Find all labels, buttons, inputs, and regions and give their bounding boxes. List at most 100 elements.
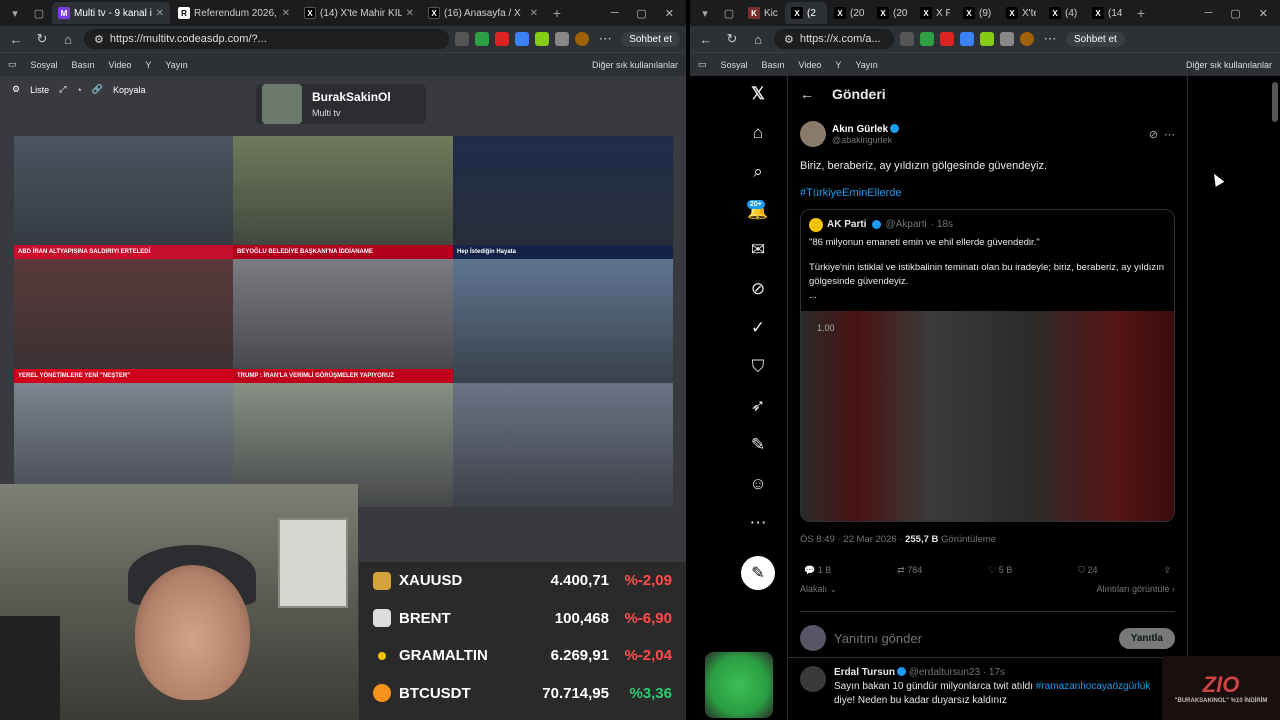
tab-multitv[interactable]: M Multi tv - 9 kanal izleniy ✕ — [52, 2, 170, 24]
close-tab-icon[interactable]: ✕ — [156, 8, 164, 19]
profile-avatar-icon[interactable] — [575, 32, 590, 46]
explore-nav-icon[interactable]: ⌕ — [746, 160, 770, 184]
url-field[interactable]: ⚙ https://x.com/a... — [774, 29, 894, 49]
articles-nav-icon[interactable]: ✎ — [746, 433, 770, 457]
new-tab-button[interactable]: + — [546, 5, 568, 21]
channel-stream[interactable] — [453, 383, 673, 507]
browser-tab[interactable]: K KickPr — [742, 2, 784, 24]
extension-icon[interactable] — [555, 32, 570, 46]
avatar[interactable] — [800, 665, 826, 692]
bookmark-yayin[interactable]: Yayın — [165, 60, 187, 70]
bookmark-basin[interactable]: Basın — [72, 60, 95, 70]
more-menu-icon[interactable]: ⋯ — [1040, 31, 1060, 47]
site-info-icon[interactable]: ⚙ — [784, 33, 794, 46]
bookmark-sosyal[interactable]: Sosyal — [721, 60, 748, 70]
list-button[interactable]: Liste — [30, 85, 49, 95]
quoted-tweet[interactable]: AK Parti @Akparti · 18s "86 milyonun ema… — [800, 208, 1175, 522]
hashtag-link[interactable]: #ramazanhocayaözgürlük — [1036, 681, 1151, 692]
settings-icon[interactable]: ⚙ — [12, 84, 20, 95]
bookmark-y[interactable]: Y — [835, 60, 841, 70]
extension-icon[interactable] — [535, 32, 550, 46]
close-tab-icon[interactable]: ✕ — [406, 8, 414, 19]
tab-actions-icon[interactable]: ▾ — [4, 2, 26, 24]
more-options-icon[interactable]: ⋯ — [1164, 128, 1175, 141]
minimize-icon[interactable]: ─ — [1205, 7, 1213, 20]
more-nav-icon[interactable]: ⋯ — [746, 511, 770, 535]
link-icon[interactable]: 🔗 — [92, 84, 103, 95]
reply-button[interactable]: Yanıtla — [1118, 627, 1175, 649]
extension-icon[interactable] — [980, 32, 994, 46]
home-icon[interactable]: ⌂ — [58, 32, 78, 47]
back-icon[interactable]: ← — [696, 32, 716, 47]
maximize-icon[interactable]: ▢ — [636, 7, 646, 20]
close-tab-icon[interactable]: ✕ — [530, 8, 538, 19]
extension-icon[interactable] — [515, 32, 530, 46]
extension-icon[interactable] — [495, 32, 510, 46]
extension-icon[interactable] — [475, 32, 490, 46]
extension-icon[interactable] — [455, 32, 470, 46]
fullscreen-icon[interactable]: ⤢ — [59, 84, 66, 95]
tab-actions-icon[interactable]: ▾ — [694, 2, 716, 24]
bookmark-video[interactable]: Video — [109, 60, 132, 70]
channel-stream[interactable] — [453, 259, 673, 383]
browser-tab[interactable]: X (4) Ira — [1043, 2, 1085, 24]
workspaces-icon[interactable]: ▢ — [28, 2, 50, 24]
bookmark-action[interactable]: ⛉ 24 — [1078, 565, 1097, 576]
quote-video[interactable]: 1.00 — [801, 310, 1174, 521]
profile-avatar-icon[interactable] — [1020, 32, 1034, 46]
browser-tab[interactable]: X (20) A — [828, 2, 870, 24]
refresh-icon[interactable]: ↻ — [722, 31, 742, 47]
author-name[interactable]: Akın Gürlek — [832, 124, 1143, 135]
bookmark-sosyal[interactable]: Sosyal — [31, 60, 58, 70]
author-name[interactable]: Erdal Tursun — [834, 667, 895, 678]
close-tab-icon[interactable]: ✕ — [282, 8, 290, 19]
hashtag-link[interactable]: #TürkiyeEminEllerde — [800, 187, 1175, 199]
back-arrow-icon[interactable]: ← — [800, 86, 814, 102]
new-tab-button[interactable]: + — [1130, 5, 1152, 21]
chat-button[interactable]: Sohbet et — [1066, 31, 1125, 47]
premium-nav-icon[interactable]: ✓ — [746, 316, 770, 340]
reply-input[interactable]: Yanıtını gönder — [834, 631, 1111, 646]
home-nav-icon[interactable]: ⌂ — [746, 121, 770, 145]
close-window-icon[interactable]: ✕ — [1259, 7, 1268, 20]
browser-tab[interactable]: X (20) X — [871, 2, 913, 24]
more-menu-icon[interactable]: ⋯ — [595, 31, 615, 47]
bookmark-other[interactable]: Diğer sık kullanılanlar — [1186, 60, 1272, 70]
share-icon[interactable]: ⇪ — [1163, 565, 1171, 576]
timer-icon[interactable]: ◔ — [76, 85, 81, 95]
scrollbar[interactable] — [1272, 82, 1278, 122]
bookmarks-nav-icon[interactable]: ⛉ — [746, 355, 770, 379]
avatar[interactable] — [800, 121, 826, 147]
browser-tab[interactable]: X X Pro — [914, 2, 956, 24]
back-icon[interactable]: ← — [6, 32, 26, 47]
bookmark-y[interactable]: Y — [145, 60, 151, 70]
channel-stream[interactable]: Hep İstediğin Hayata — [453, 136, 673, 259]
grok-nav-icon[interactable]: ⊘ — [746, 277, 770, 301]
tab-x-mahir[interactable]: X (14) X'te Mahir KILIÇ: "C ✕ — [298, 2, 420, 24]
reply-action[interactable]: 💬 1 B — [804, 565, 831, 576]
related-dropdown[interactable]: Alakalı ⌄ — [800, 584, 837, 595]
business-nav-icon[interactable]: ➶ — [746, 394, 770, 418]
copy-button[interactable]: Kopyala — [113, 85, 146, 95]
bookmark-yayin[interactable]: Yayın — [855, 60, 877, 70]
browser-tab[interactable]: X (2 — [785, 2, 827, 24]
channel-stream[interactable]: TRUMP : İRAN'LA VERİMLİ GÖRÜŞMELER YAPIY… — [233, 259, 453, 383]
x-logo-icon[interactable]: 𝕏 — [746, 82, 770, 106]
channel-stream[interactable]: BEYOĞLU BELEDİYE BAŞKANI'NA İDDİANAME — [233, 136, 453, 259]
bookmark-video[interactable]: Video — [799, 60, 822, 70]
chat-button[interactable]: Sohbet et — [621, 31, 680, 47]
like-action[interactable]: ♡ 5 B — [988, 565, 1012, 576]
maximize-icon[interactable]: ▢ — [1230, 7, 1240, 20]
browser-tab[interactable]: X (9) Bu — [957, 2, 999, 24]
browser-tab[interactable]: X (14) A — [1086, 2, 1128, 24]
workspaces-icon[interactable]: ▢ — [718, 2, 740, 24]
grok-icon[interactable]: ⊘ — [1149, 128, 1158, 141]
tab-referendum[interactable]: R Referendum 2026, oggi ✕ — [172, 2, 296, 24]
messages-nav-icon[interactable]: ✉ — [746, 238, 770, 262]
tab-x-home[interactable]: X (16) Anasayfa / X ✕ — [422, 2, 544, 24]
repost-action[interactable]: ⇄ 784 — [897, 565, 922, 576]
channel-stream[interactable]: YEREL YÖNETİMLERE YENİ "NEŞTER" — [14, 259, 233, 383]
profile-nav-icon[interactable]: ☺ — [746, 472, 770, 496]
browser-tab[interactable]: X X'te Tr — [1000, 2, 1042, 24]
minimize-icon[interactable]: ─ — [611, 7, 619, 20]
